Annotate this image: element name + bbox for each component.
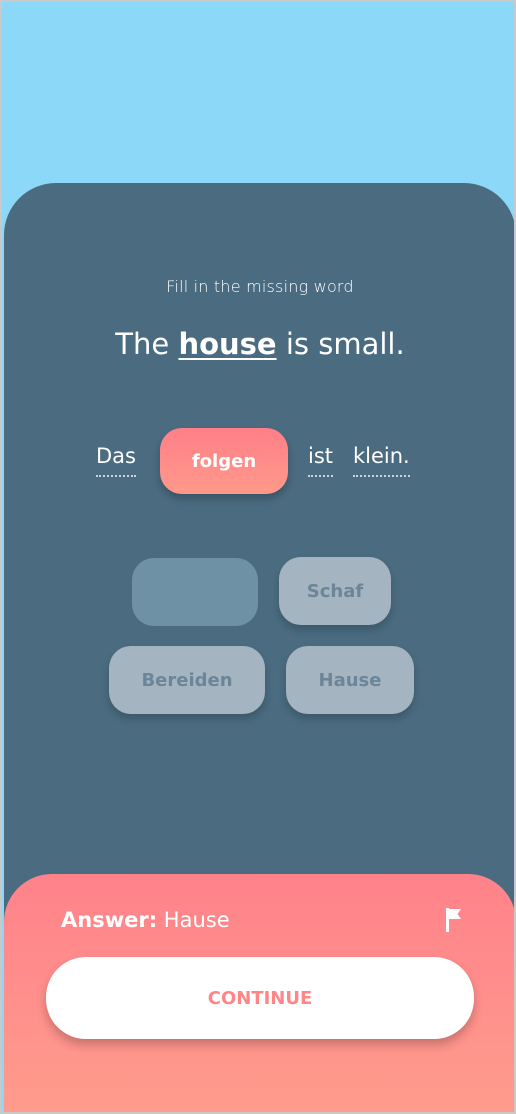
answer-text: Answer: Hause bbox=[61, 908, 230, 932]
german-sentence-row: Das folgen ist klein. bbox=[4, 427, 514, 497]
app-screen: Fill in the missing word The house is sm… bbox=[0, 0, 516, 1114]
flag-icon[interactable] bbox=[444, 907, 464, 933]
choice-chip-hause[interactable]: Hause bbox=[286, 646, 414, 714]
english-sentence: The house is small. bbox=[4, 327, 514, 361]
choice-chip-empty bbox=[132, 558, 258, 626]
choice-chip-bereiden[interactable]: Bereiden bbox=[109, 646, 265, 714]
sentence-before: The bbox=[115, 327, 179, 361]
german-word-das: Das bbox=[96, 441, 136, 477]
german-word-ist: ist bbox=[308, 441, 334, 477]
german-word-klein: klein. bbox=[353, 441, 410, 477]
answer-value: Hause bbox=[157, 908, 230, 932]
highlighted-word: house bbox=[178, 327, 277, 361]
instruction-text: Fill in the missing word bbox=[166, 277, 354, 296]
continue-button[interactable]: CONTINUE bbox=[46, 957, 474, 1039]
answer-slot[interactable]: folgen bbox=[160, 428, 288, 494]
choice-chip-schaf[interactable]: Schaf bbox=[279, 557, 391, 625]
answer-label: Answer: bbox=[61, 908, 158, 932]
sentence-after: is small. bbox=[276, 327, 405, 361]
feedback-sheet: Answer: Hause CONTINUE bbox=[4, 874, 514, 1112]
